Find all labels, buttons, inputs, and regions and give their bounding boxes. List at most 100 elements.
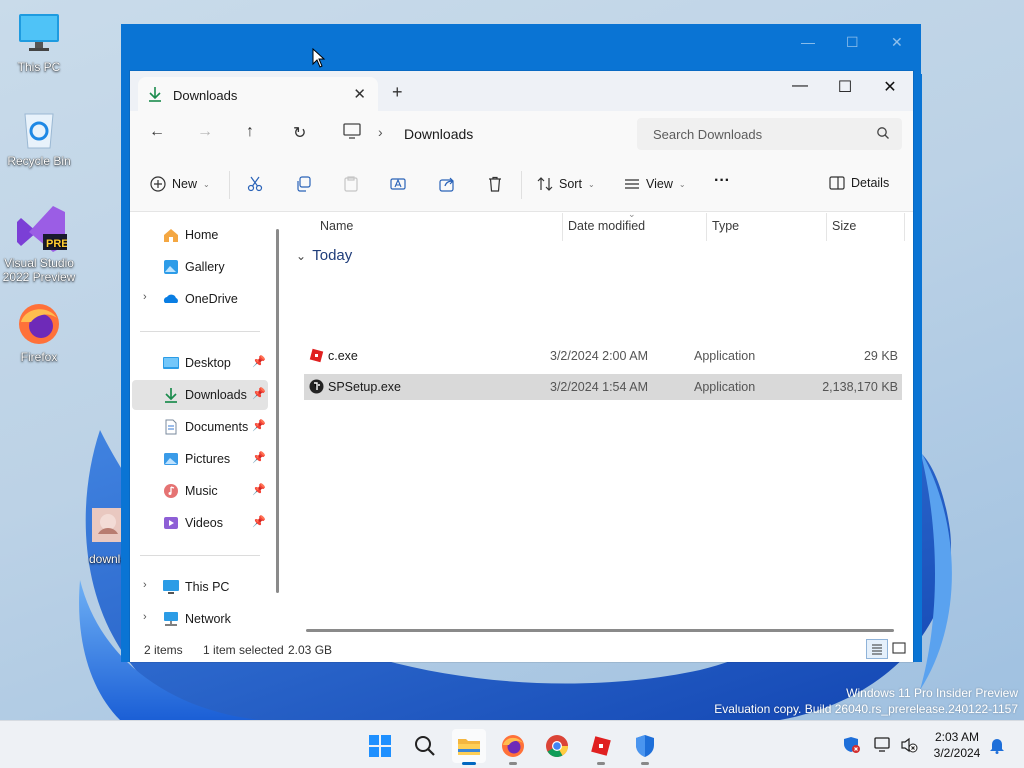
horizontal-scrollbar[interactable] xyxy=(306,629,894,632)
sidebar-item-desktop[interactable]: Desktop 📌 xyxy=(132,348,268,378)
tab-downloads[interactable]: Downloads ✕ xyxy=(138,77,378,111)
file-row-selected[interactable]: SPSetup.exe 3/2/2024 1:54 AM Application… xyxy=(304,374,902,400)
up-arrow-icon[interactable]: ↑ xyxy=(246,123,254,141)
this-pc-icon xyxy=(163,580,179,594)
view-label: View xyxy=(646,177,673,191)
sidebar-item-downloads[interactable]: Downloads 📌 xyxy=(132,380,268,410)
sort-button[interactable]: Sort ⌄ xyxy=(537,176,595,192)
new-button[interactable]: New ⌄ xyxy=(150,176,210,192)
search-input[interactable]: Search Downloads xyxy=(653,127,762,142)
maximize-button[interactable]: ☐ xyxy=(825,77,865,97)
refresh-icon[interactable]: ↻ xyxy=(293,123,306,143)
column-separator[interactable] xyxy=(904,213,905,241)
sidebar-item-gallery[interactable]: Gallery xyxy=(132,252,268,282)
sidebar-item-this-pc[interactable]: › This PC xyxy=(132,572,268,602)
pin-icon[interactable]: 📌 xyxy=(252,451,266,464)
column-separator[interactable] xyxy=(562,213,563,241)
sort-indicator-icon: ⌄ xyxy=(628,209,636,219)
firefox-button[interactable] xyxy=(496,729,530,765)
chevron-right-icon[interactable]: › xyxy=(143,291,147,303)
desktop-icon-this-pc[interactable]: This PC xyxy=(1,12,77,74)
pin-icon[interactable]: 📌 xyxy=(252,515,266,528)
sidebar-item-documents[interactable]: Documents 📌 xyxy=(132,412,268,442)
bg-maximize-icon[interactable]: ☐ xyxy=(846,34,859,51)
volume-muted-icon[interactable] xyxy=(900,736,918,754)
breadcrumb-chevron-icon[interactable]: › xyxy=(378,124,383,140)
new-tab-button[interactable]: + xyxy=(392,82,403,103)
file-size: 2,138,170 KB xyxy=(822,380,898,394)
paste-button[interactable] xyxy=(343,176,359,192)
desktop-icon-firefox[interactable]: Firefox xyxy=(1,302,77,364)
column-header-date-modified[interactable]: Date modified xyxy=(568,219,645,233)
file-row[interactable]: c.exe 3/2/2024 2:00 AM Application 29 KB xyxy=(304,343,902,369)
breadcrumb[interactable]: Downloads xyxy=(404,126,473,142)
details-pane-button[interactable]: Details xyxy=(829,176,889,190)
bg-minimize-icon[interactable]: — xyxy=(801,34,815,50)
notification-bell-icon[interactable] xyxy=(989,736,1005,754)
file-type: Application xyxy=(694,349,756,363)
defender-button[interactable] xyxy=(628,729,662,765)
column-header-type[interactable]: Type xyxy=(712,219,739,233)
sidebar-item-label: Gallery xyxy=(185,260,225,274)
cut-button[interactable] xyxy=(247,176,263,192)
column-separator[interactable] xyxy=(826,213,827,241)
network-icon xyxy=(164,612,178,626)
pc-icon[interactable] xyxy=(343,123,361,139)
desktop-icon-recycle-bin[interactable]: Recycle Bin xyxy=(1,106,77,168)
details-pane-icon xyxy=(829,176,845,190)
search-box[interactable]: Search Downloads xyxy=(637,118,902,150)
chevron-right-icon[interactable]: › xyxy=(143,611,147,623)
column-header-size[interactable]: Size xyxy=(832,219,856,233)
desktop-icon-label: Firefox xyxy=(20,350,58,364)
network-status-icon[interactable] xyxy=(874,736,892,754)
more-options-button[interactable]: ··· xyxy=(714,172,730,190)
sidebar-item-label: Desktop xyxy=(185,356,231,370)
gallery-icon xyxy=(164,260,178,274)
pin-icon[interactable]: 📌 xyxy=(252,355,266,368)
column-header-name[interactable]: Name xyxy=(320,219,353,233)
pin-icon[interactable]: 📌 xyxy=(252,387,266,400)
minimize-button[interactable]: — xyxy=(780,77,820,95)
close-button[interactable]: ✕ xyxy=(870,77,910,97)
chevron-right-icon[interactable]: › xyxy=(143,579,147,591)
security-warning-icon[interactable] xyxy=(843,736,861,754)
shield-icon xyxy=(636,735,654,757)
column-separator[interactable] xyxy=(706,213,707,241)
sidebar-item-videos[interactable]: Videos 📌 xyxy=(132,508,268,538)
sidebar-scrollbar[interactable] xyxy=(276,229,279,593)
pin-icon[interactable]: 📌 xyxy=(252,419,266,432)
navigation-bar: ← → ↑ ↻ › Downloads Search Downloads xyxy=(130,111,913,157)
sidebar-item-pictures[interactable]: Pictures 📌 xyxy=(132,444,268,474)
file-explorer-window[interactable]: Downloads ✕ + — ☐ ✕ ← → ↑ ↻ › Downloads … xyxy=(130,71,913,662)
background-window[interactable]: — ☐ ✕ xyxy=(121,24,921,74)
group-header-today[interactable]: ⌄ Today xyxy=(296,247,352,264)
chrome-button[interactable] xyxy=(540,729,574,763)
copy-button[interactable] xyxy=(295,176,311,192)
start-button[interactable] xyxy=(363,729,397,763)
bg-close-icon[interactable]: ✕ xyxy=(891,34,903,51)
pin-icon[interactable]: 📌 xyxy=(252,483,266,496)
navigation-pane: Home Gallery › OneDrive Desktop 📌 Downlo… xyxy=(130,213,286,637)
sidebar-item-network[interactable]: › Network xyxy=(132,604,268,634)
clock[interactable]: 2:03 AM 3/2/2024 xyxy=(920,729,994,761)
file-explorer-button[interactable] xyxy=(452,729,486,765)
share-button[interactable] xyxy=(439,176,455,192)
sidebar-item-home[interactable]: Home xyxy=(132,220,268,250)
delete-button[interactable] xyxy=(487,176,503,192)
search-button[interactable] xyxy=(408,729,442,763)
close-tab-icon[interactable]: ✕ xyxy=(353,85,366,103)
sidebar-item-onedrive[interactable]: › OneDrive xyxy=(132,284,268,314)
roblox-app-icon xyxy=(309,348,324,363)
forward-arrow-icon[interactable]: → xyxy=(197,123,213,141)
desktop-icon-visual-studio[interactable]: PRE Visual Studio 2022 Preview xyxy=(1,204,77,284)
title-bar[interactable]: Downloads ✕ + — ☐ ✕ xyxy=(130,71,913,111)
rename-button[interactable] xyxy=(390,176,408,192)
view-button[interactable]: View ⌄ xyxy=(624,176,686,192)
details-view-button[interactable] xyxy=(866,639,888,659)
back-arrow-icon[interactable]: ← xyxy=(149,123,165,141)
tiles-view-button[interactable] xyxy=(889,639,911,659)
watermark-line-1: Windows 11 Pro Insider Preview xyxy=(846,686,1018,700)
sidebar-item-music[interactable]: Music 📌 xyxy=(132,476,268,506)
roblox-button[interactable] xyxy=(584,729,618,765)
sidebar-item-label: Home xyxy=(185,228,219,242)
